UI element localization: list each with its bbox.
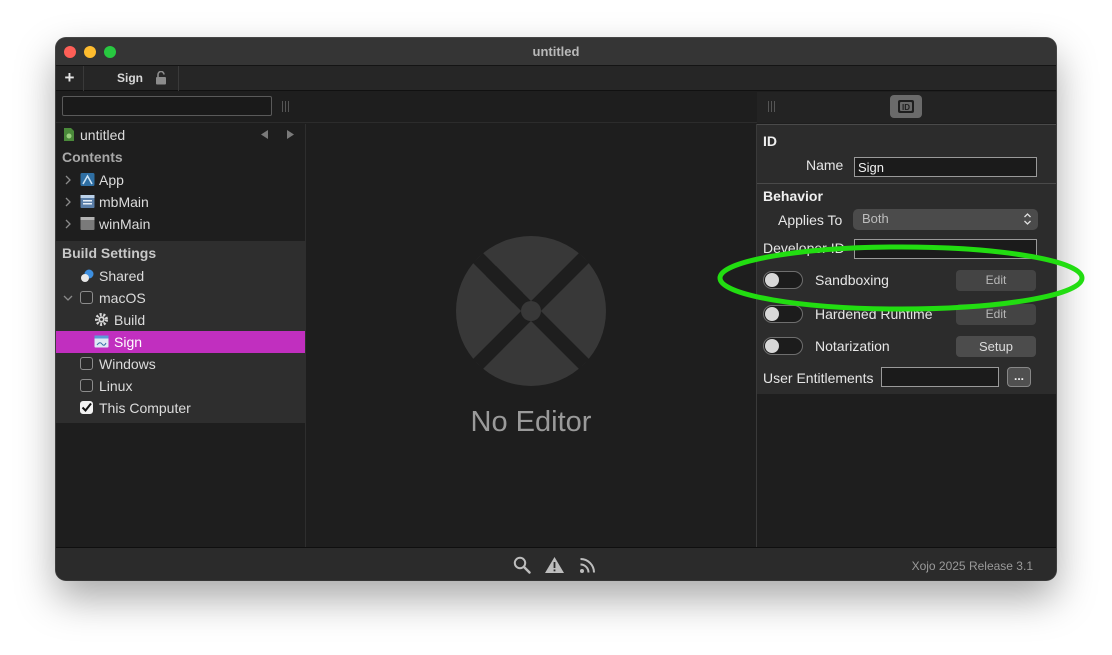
chevron-down-icon[interactable] [63,294,73,302]
list-item-label: macOS [99,290,146,306]
menubar-icon [80,195,95,208]
list-item-shared[interactable]: Shared [56,265,306,287]
contents-header: Contents [62,149,123,165]
list-item-app[interactable]: App [56,169,306,191]
list-item-label: mbMain [99,194,149,210]
list-item-label: winMain [99,216,151,232]
navigator-sidebar: untitled Contents App mbMain winMain Bui… [56,124,309,547]
build-settings-panel: Build Settings Shared macOS Build Sign W… [56,241,309,423]
list-item-label: Shared [99,268,145,284]
user-entitlements-field[interactable] [881,367,999,387]
list-item-label: Linux [99,378,133,394]
chevron-right-icon[interactable] [64,197,72,207]
list-item-windows[interactable]: Windows [56,353,306,375]
editor-area: No Editor [306,124,756,547]
list-item-winmain[interactable]: winMain [56,213,306,235]
gear-icon [95,313,108,326]
updown-chevron-icon [1024,213,1031,225]
window-title: untitled [532,44,580,59]
macos-checkbox[interactable] [80,291,93,304]
build-settings-header-row: Build Settings [56,242,306,264]
navigator-filter-input[interactable] [62,96,272,116]
notarization-setup-button[interactable]: Setup [956,336,1036,357]
project-row[interactable]: untitled [56,124,306,146]
checkmark-icon [81,402,92,413]
linux-checkbox[interactable] [80,379,93,392]
inspector-toolbar: ID [757,92,1056,123]
status-bar: Xojo 2025 Release 3.1 [56,547,1056,580]
chevron-right-icon[interactable] [64,175,72,185]
chevron-right-icon[interactable] [64,219,72,229]
list-item-label: Build [114,312,146,328]
list-item-this-computer[interactable]: This Computer [56,397,306,419]
project-file-icon [64,128,74,141]
forward-arrow-icon[interactable] [286,130,294,139]
toolbar-row: ID [56,92,1056,123]
name-field[interactable]: Sign [854,157,1037,177]
add-tab-button[interactable]: + [56,66,84,91]
no-editor-label: No Editor [470,406,592,438]
app-icon [80,173,95,186]
search-icon[interactable] [513,556,531,574]
highlight-ellipse [717,244,1085,312]
tab-sign[interactable]: Sign [85,66,179,91]
section-divider [757,183,1056,184]
windows-checkbox[interactable] [80,357,93,370]
svg-text:ID: ID [902,103,910,112]
sign-icon [94,335,109,348]
id-card-icon: ID [898,100,914,113]
feed-icon[interactable] [579,556,597,574]
list-item-mbmain[interactable]: mbMain [56,191,306,213]
list-item-build[interactable]: Build [56,309,306,331]
window-icon [80,217,95,230]
list-item-label: This Computer [99,400,191,416]
behavior-section-header: Behavior [763,188,823,204]
applies-to-value: Both [862,211,889,226]
project-name: untitled [80,127,126,143]
list-item-sign[interactable]: Sign [56,331,306,353]
unlock-icon[interactable] [155,71,167,85]
contents-header-row: Contents [56,146,306,168]
build-settings-header: Build Settings [62,245,157,261]
applies-to-popup[interactable]: Both [853,209,1038,230]
xojo-logo-icon [456,236,606,386]
inspector-panel: ID Name Sign Behavior Applies To Both De… [757,124,1056,547]
list-item-label: Windows [99,356,156,372]
tab-bar: + Sign [56,66,1056,91]
notarization-toggle[interactable] [763,337,803,355]
list-item-linux[interactable]: Linux [56,375,306,397]
user-entitlements-label: User Entitlements [763,370,874,386]
version-label: Xojo 2025 Release 3.1 [911,559,1033,573]
id-inspector-button[interactable]: ID [890,95,922,118]
title-bar: untitled [56,38,1056,66]
splitter-grip-icon[interactable] [768,101,776,112]
list-item-label: App [99,172,124,188]
back-arrow-icon[interactable] [261,130,269,139]
shared-icon [81,269,94,282]
this-computer-checkbox[interactable] [80,401,93,414]
user-entitlements-browse-button[interactable]: ... [1007,367,1031,387]
notarization-label: Notarization [815,338,890,354]
id-section-header: ID [763,133,777,149]
list-item-label: Sign [114,334,143,350]
tab-sign-label: Sign [117,71,143,85]
list-item-macos[interactable]: macOS [56,287,306,309]
name-label: Name [806,157,844,173]
toggle-knob [765,339,779,353]
warning-icon[interactable] [544,556,565,574]
applies-to-label: Applies To [778,212,843,228]
splitter-grip-icon[interactable] [282,101,290,112]
